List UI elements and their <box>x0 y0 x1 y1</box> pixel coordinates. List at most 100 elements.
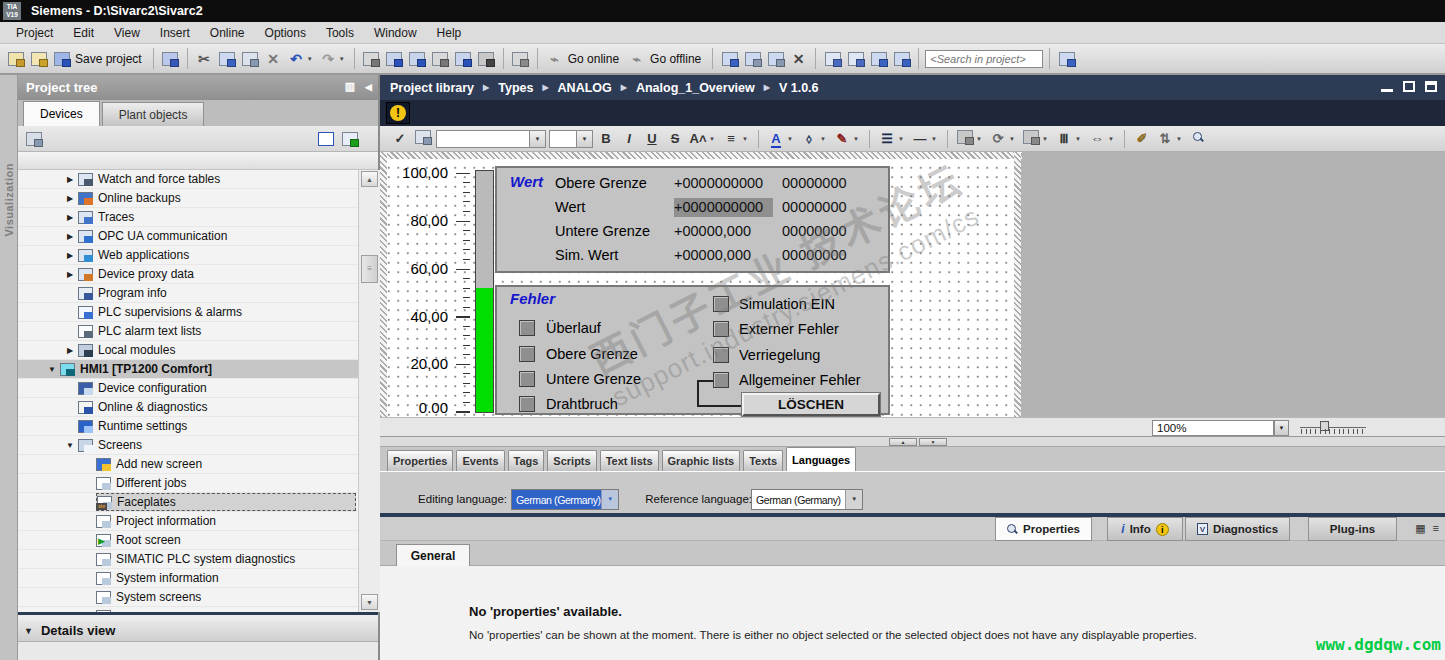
menu-window[interactable]: Window <box>364 23 427 43</box>
minimize-icon[interactable] <box>1381 81 1393 92</box>
wert-value2-field[interactable]: 00000000 <box>782 246 847 265</box>
save-project-icon[interactable] <box>51 48 72 69</box>
dropdown-icon[interactable]: ▼ <box>820 136 829 142</box>
expand-icon[interactable]: ▶ <box>62 232 78 241</box>
menu-help[interactable]: Help <box>427 23 472 43</box>
format-brush-button[interactable]: ✐ <box>1132 131 1152 146</box>
tree-item-screens[interactable]: ▼Screens <box>18 436 358 455</box>
tree-item-watch-and-force-tables[interactable]: ▶Watch and force tables <box>18 170 358 189</box>
tree-tab-devices[interactable]: Devices <box>23 101 100 126</box>
zoom-slider[interactable] <box>1300 427 1366 428</box>
paste-format-icon[interactable] <box>413 130 433 147</box>
dropdown-icon[interactable]: ▼ <box>845 490 862 509</box>
wert-value2-field[interactable]: 00000000 <box>782 198 847 217</box>
strikethrough-button[interactable]: S <box>665 131 685 146</box>
breadcrumb-segment[interactable]: Project library <box>390 81 474 95</box>
font-color-button[interactable]: A <box>766 131 786 146</box>
go-online-plug-icon[interactable]: ⌁ <box>544 48 565 69</box>
checkbox--berlauf[interactable] <box>519 320 535 336</box>
breadcrumb-segment[interactable]: Types <box>498 81 533 95</box>
order-button[interactable]: ⇅ <box>1155 131 1175 146</box>
dropdown-icon[interactable]: ▼ <box>339 56 348 62</box>
expand-icon[interactable]: ▶ <box>62 346 78 355</box>
checkbox-obere-grenze[interactable] <box>519 346 535 362</box>
tree-item-online-diagnostics[interactable]: Online & diagnostics <box>18 398 358 417</box>
tree-item-simatic-plc-system-diagnostics[interactable]: SIMATIC PLC system diagnostics <box>18 550 358 569</box>
scroll-thumb[interactable]: ≡ <box>361 255 378 283</box>
details-view-header[interactable]: ▼ Details view <box>18 620 378 642</box>
print-icon[interactable] <box>160 48 181 69</box>
tree-item-program-info[interactable]: Program info <box>18 284 358 303</box>
scroll-down-icon[interactable]: ▼ <box>361 594 378 610</box>
tree-item-web-applications[interactable]: ▶Web applications <box>18 246 358 265</box>
breadcrumb-segment[interactable]: V 1.0.6 <box>779 81 819 95</box>
tab-text-lists[interactable]: Text lists <box>600 450 659 471</box>
list-view-icon[interactable] <box>318 132 334 146</box>
redo-icon[interactable]: ↷ <box>318 48 339 69</box>
dropdown-icon[interactable]: ▼ <box>787 136 796 142</box>
search-input[interactable] <box>925 50 1043 68</box>
apply-icon[interactable]: ✓ <box>390 131 410 146</box>
scroll-up-icon[interactable]: ▲ <box>361 171 378 187</box>
wert-value-field[interactable]: +00000,000 <box>674 246 773 265</box>
dropdown-icon[interactable]: ▼ <box>931 136 940 142</box>
tab-texts[interactable]: Texts <box>743 450 783 471</box>
layer-button[interactable] <box>955 130 975 147</box>
copy-icon[interactable] <box>217 48 238 69</box>
window-x-icon[interactable] <box>891 48 912 69</box>
download-to-device-icon[interactable] <box>384 48 405 69</box>
window-split2-icon[interactable] <box>765 48 786 69</box>
dropdown-icon[interactable]: ▼ <box>898 136 907 142</box>
expand-icon[interactable]: ▶ <box>62 194 78 203</box>
wert-value2-field[interactable]: 00000000 <box>782 174 847 193</box>
tree-item-different-jobs[interactable]: Different jobs <box>18 474 358 493</box>
collapse-panel-icon[interactable]: ▥ <box>345 80 355 93</box>
vertical-split-icon[interactable] <box>845 48 866 69</box>
tree-settings-icon[interactable] <box>26 132 42 146</box>
wert-value-field[interactable]: +0000000000 <box>674 174 773 193</box>
checkbox-drahtbruch[interactable] <box>519 396 535 412</box>
tree-item-device-proxy-data[interactable]: ▶Device proxy data <box>18 265 358 284</box>
menu-edit[interactable]: Edit <box>63 23 104 43</box>
tab-events[interactable]: Events <box>456 450 504 471</box>
expand-icon[interactable]: ▶ <box>62 175 78 184</box>
tree-item-project-information[interactable]: Project information <box>18 512 358 531</box>
window-check-icon[interactable] <box>868 48 889 69</box>
tree-item-opc-ua-communication[interactable]: ▶OPC UA communication <box>18 227 358 246</box>
tree-item-online-backups[interactable]: ▶Online backups <box>18 189 358 208</box>
breadcrumb-segment[interactable]: Analog_1_Overview <box>636 81 755 95</box>
window-split-icon[interactable] <box>742 48 763 69</box>
dropdown-icon[interactable]: ▼ <box>1108 136 1117 142</box>
tree-item-device-configuration[interactable]: Device configuration <box>18 379 358 398</box>
dropdown-icon[interactable]: ▼ <box>601 490 618 509</box>
checkbox-allgemeiner-fehler[interactable] <box>713 372 729 388</box>
tab-graphic-lists[interactable]: Graphic lists <box>662 450 741 471</box>
tree-item-system-information[interactable]: System information <box>18 569 358 588</box>
loeschen-button[interactable]: LÖSCHEN <box>742 393 880 416</box>
checkbox-externer-fehler[interactable] <box>713 321 729 337</box>
go-online-button[interactable]: Go online <box>567 52 624 66</box>
font-size-select[interactable]: ▼ <box>549 130 593 148</box>
fill-color-button[interactable]: ⬨ <box>799 131 819 147</box>
dropdown-icon[interactable]: ▼ <box>1176 136 1185 142</box>
underline-button[interactable]: U <box>642 131 662 146</box>
menu-options[interactable]: Options <box>255 23 316 43</box>
zoom-level-field[interactable]: 100% <box>1152 420 1274 436</box>
new-project-icon[interactable] <box>5 48 26 69</box>
tab-languages[interactable]: Languages <box>786 447 856 471</box>
expand-icon[interactable]: ▼ <box>62 441 78 450</box>
restore-icon[interactable] <box>1403 81 1415 92</box>
horizontal-split-icon[interactable] <box>822 48 843 69</box>
visualization-vertical-tab[interactable]: Visualization <box>3 163 15 237</box>
cross-icon[interactable]: ✕ <box>788 48 809 69</box>
pen-color-button[interactable]: ✎ <box>832 131 852 146</box>
hide-panel-icon[interactable]: ◀ <box>365 82 372 92</box>
expand-icon[interactable]: ▼ <box>44 365 60 374</box>
tree-item-system-screens[interactable]: System screens <box>18 588 358 607</box>
dropdown-icon[interactable]: ▼ <box>307 56 316 62</box>
checkbox-untere-grenze[interactable] <box>519 371 535 387</box>
tree-item-add-new-screen[interactable]: Add new screen <box>18 455 358 474</box>
wert-value-field[interactable]: +00000,000 <box>674 222 773 241</box>
tree-item-local-modules[interactable]: ▶Local modules <box>18 341 358 360</box>
menu-online[interactable]: Online <box>200 23 255 43</box>
